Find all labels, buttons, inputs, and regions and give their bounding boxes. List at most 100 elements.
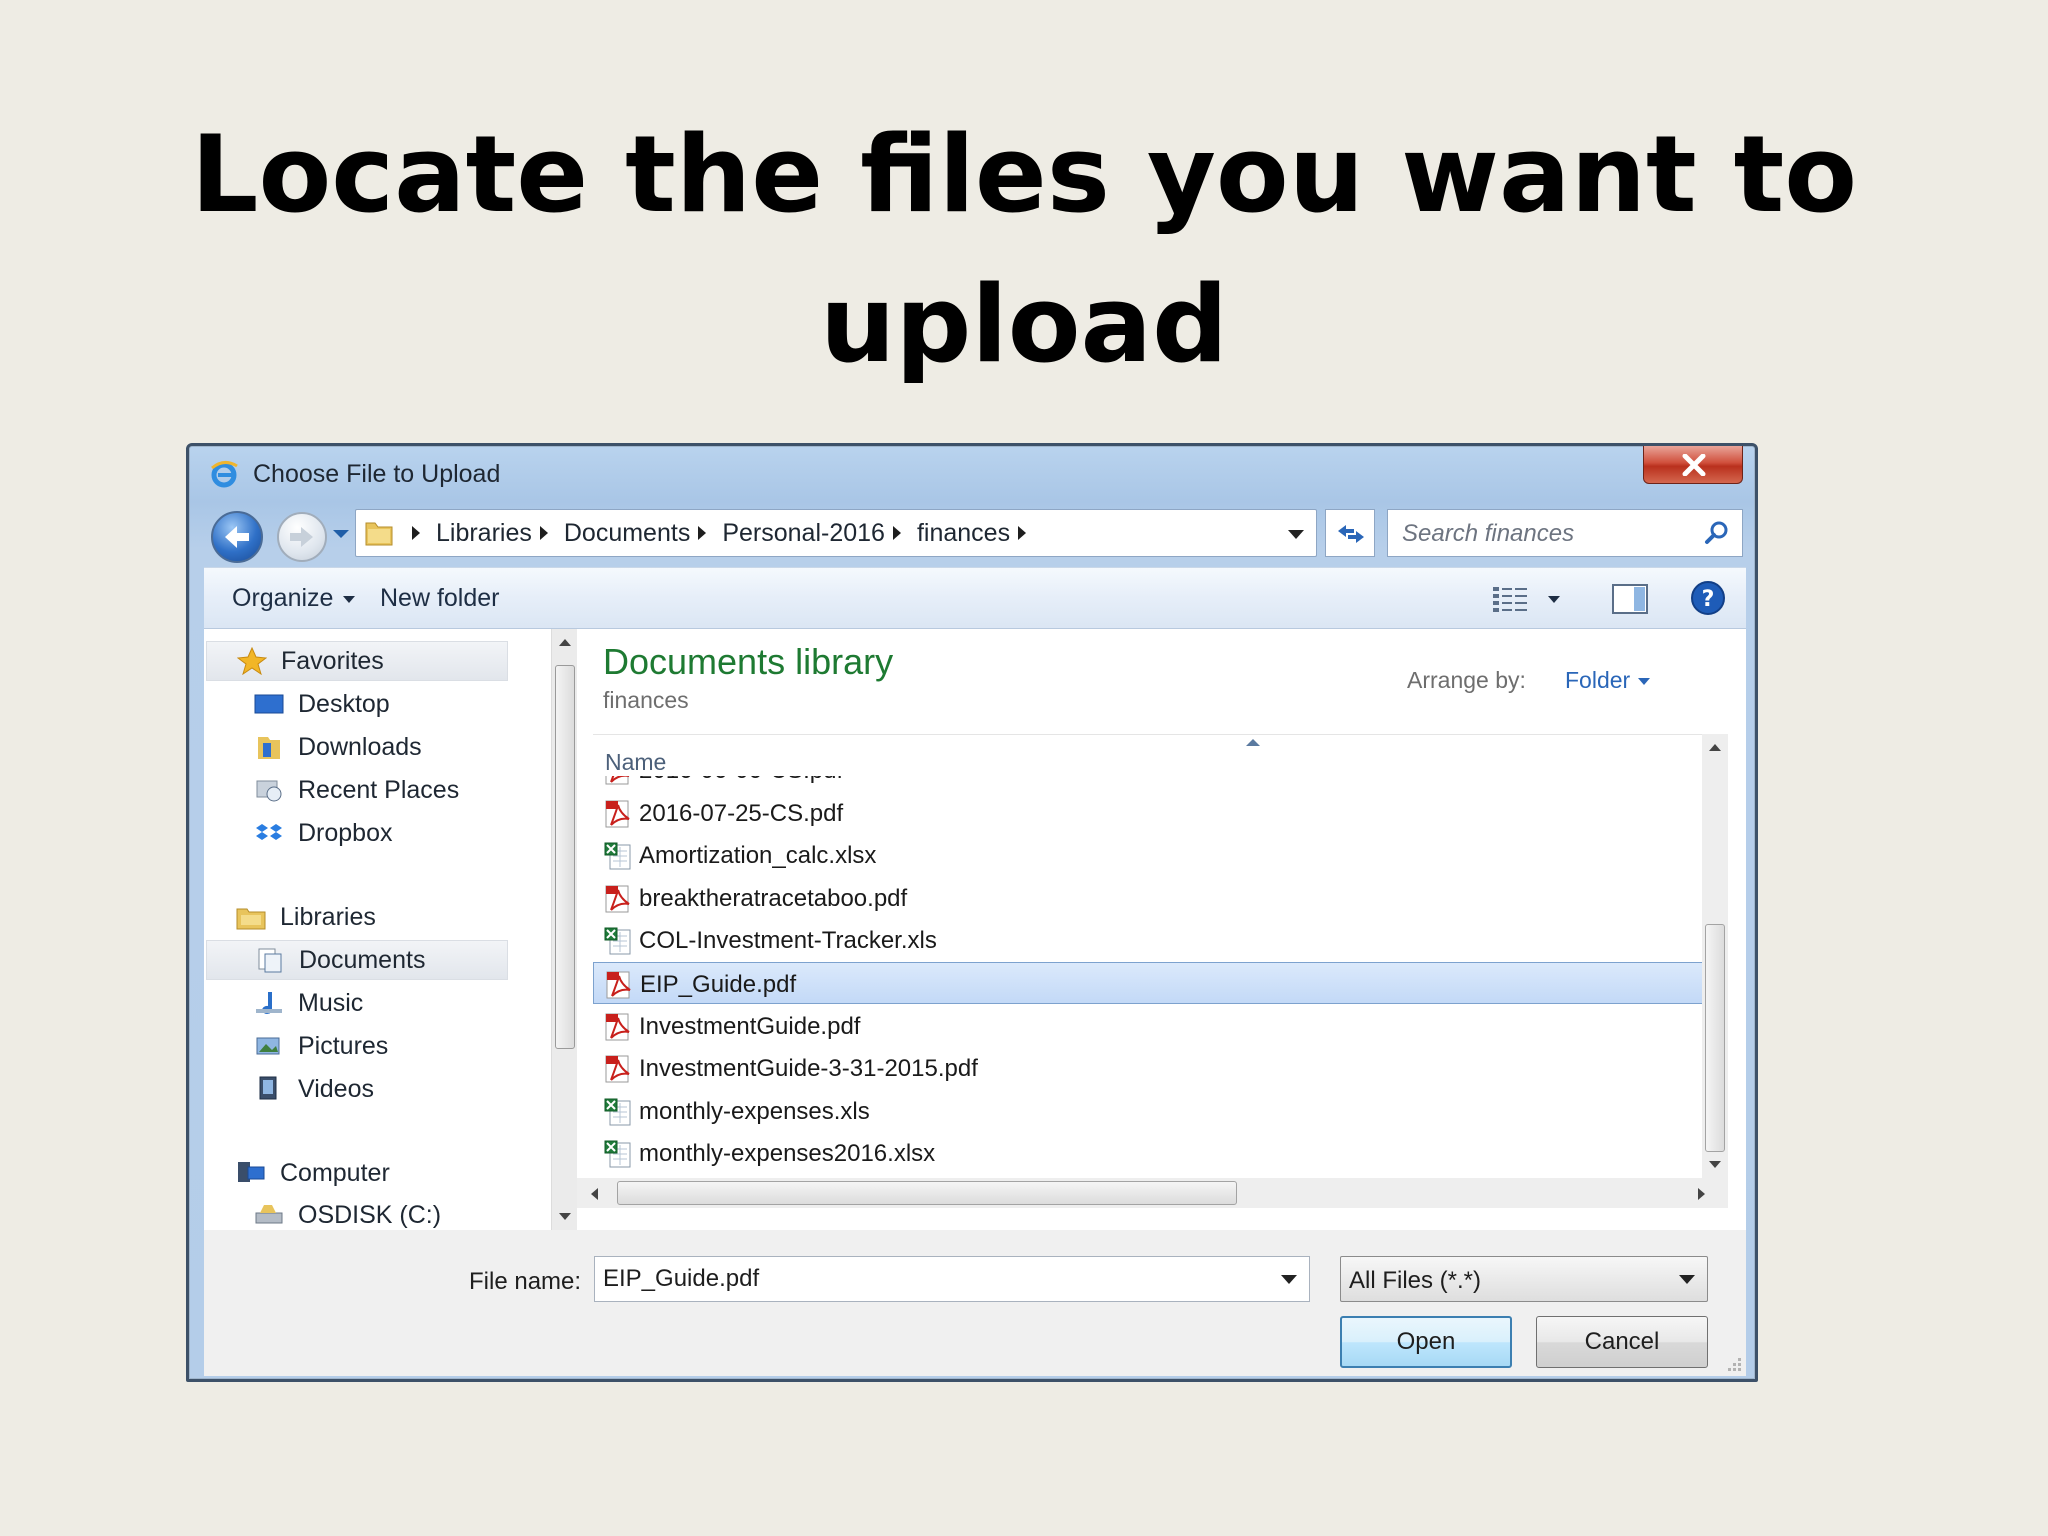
file-row[interactable]: 2016-07-25-CS.pdf [593,792,1703,834]
excel-file-icon [604,1098,631,1126]
nav-item-pictures[interactable]: Pictures [254,1026,388,1066]
nav-item-videos[interactable]: Videos [254,1069,374,1109]
chevron-down-icon [343,595,356,603]
scroll-down-icon[interactable] [558,1212,572,1222]
nav-label: Favorites [281,646,384,675]
scroll-left-icon[interactable] [589,1187,599,1201]
chevron-down-icon [1638,678,1651,686]
nav-libraries[interactable]: Libraries [236,897,376,937]
nav-item-desktop[interactable]: Desktop [254,684,390,724]
arrange-by-label: Arrange by: [1407,667,1526,693]
breadcrumb-separator-icon[interactable] [539,526,548,540]
file-row[interactable]: InvestmentGuide.pdf [593,1005,1703,1047]
file-row[interactable]: InvestmentGuide-3-31-2015.pdf [593,1047,1703,1089]
file-name: breaktheratracetaboo.pdf [639,884,908,912]
file-type-select[interactable]: All Files (*.*) [1340,1256,1708,1302]
dialog-footer: File name: All Files (*.*) Open Cancel [204,1230,1746,1376]
recent-pages-dropdown-icon[interactable] [332,528,350,540]
preview-pane-icon[interactable] [1612,584,1648,614]
nav-label: Documents [299,945,426,974]
nav-item-music[interactable]: Music [254,983,363,1023]
close-icon [1682,454,1706,476]
file-name: Amortization_calc.xlsx [639,842,877,870]
scroll-up-icon[interactable] [558,637,572,647]
file-list: 2016-06-06-CS.pdf 2016-07-25-CS.pdf Amorti… [593,776,1703,1178]
file-row[interactable]: COL-Investment-Tracker.xls [593,919,1703,961]
nav-label: Computer [280,1158,390,1187]
dialog-title: Choose File to Upload [253,460,501,488]
file-name-dropdown-icon[interactable] [1281,1275,1297,1284]
cancel-button[interactable]: Cancel [1536,1316,1708,1368]
breadcrumb-item-documents[interactable]: Documents [564,519,690,548]
scroll-up-icon[interactable] [1708,742,1722,752]
breadcrumb-separator-icon[interactable] [698,526,707,540]
file-row[interactable]: monthly-expenses.xls [593,1090,1703,1132]
nav-item-dropbox[interactable]: Dropbox [254,813,393,853]
nav-item-recent-places[interactable]: Recent Places [254,770,459,810]
file-name-combobox[interactable] [594,1256,1310,1302]
svg-text:?: ? [1702,587,1715,612]
file-row[interactable]: 2016-06-06-CS.pdf [593,776,1703,791]
breadcrumb-separator-icon[interactable] [892,526,901,540]
scrollbar-thumb[interactable] [555,665,575,1049]
slide-title: Locate the files you want to upload [0,100,2048,400]
breadcrumb-item-libraries[interactable]: Libraries [436,519,532,548]
nav-item-documents[interactable]: Documents [206,940,508,980]
file-list-vertical-scrollbar[interactable] [1702,734,1728,1178]
organize-button[interactable]: Organize [232,584,356,613]
new-folder-button[interactable]: New folder [380,584,500,613]
file-name: InvestmentGuide-3-31-2015.pdf [639,1055,978,1083]
breadcrumb-separator-icon[interactable] [412,526,420,540]
address-dropdown-icon[interactable] [1288,530,1304,539]
file-row[interactable]: monthly-expenses2016.xlsx [593,1132,1703,1174]
breadcrumb: Libraries Documents Personal-2016 financ… [404,510,1042,556]
file-name: COL-Investment-Tracker.xls [639,927,937,955]
column-header-name[interactable]: Name [593,734,1703,776]
dialog-titlebar[interactable]: Choose File to Upload [189,446,1755,492]
pdf-file-icon [605,1055,630,1083]
documents-library-icon [258,948,282,973]
search-input[interactable] [1402,520,1692,548]
file-name: monthly-expenses2016.xlsx [639,1140,936,1168]
forward-button[interactable] [277,512,327,562]
help-icon[interactable]: ? [1690,580,1726,616]
file-list-horizontal-scrollbar[interactable] [577,1178,1728,1208]
nav-item-osdisk[interactable]: OSDISK (C:) [254,1195,441,1230]
change-view-icon[interactable] [1491,584,1531,614]
file-row[interactable]: EIP_Guide.pdf [593,962,1703,1004]
scroll-right-icon[interactable] [1697,1187,1707,1201]
navigation-scrollbar[interactable] [551,629,577,1230]
star-icon [237,647,267,675]
open-button[interactable]: Open [1340,1316,1512,1368]
music-icon [256,992,282,1014]
file-row[interactable]: breaktheratracetaboo.pdf [593,877,1703,919]
file-upload-dialog: Choose File to Upload Libraries Document… [186,443,1758,1382]
nav-item-downloads[interactable]: Downloads [254,727,422,767]
arrange-by-value: Folder [1565,667,1631,693]
scroll-down-icon[interactable] [1708,1160,1722,1170]
search-icon[interactable] [1704,520,1730,546]
file-name-input[interactable] [603,1265,1263,1293]
views-dropdown-icon[interactable] [1548,596,1560,603]
refresh-button[interactable] [1325,509,1375,557]
address-bar[interactable]: Libraries Documents Personal-2016 financ… [355,509,1317,557]
scrollbar-thumb[interactable] [617,1181,1237,1205]
file-name: 2016-07-25-CS.pdf [639,799,844,827]
breadcrumb-item-personal-2016[interactable]: Personal-2016 [722,519,885,548]
resize-grip-icon[interactable] [1724,1354,1742,1372]
nav-label: Desktop [298,689,390,718]
breadcrumb-item-finances[interactable]: finances [917,519,1010,548]
videos-icon [259,1076,277,1100]
nav-favorites[interactable]: Favorites [206,641,508,681]
back-button[interactable] [211,511,263,563]
excel-file-icon [604,842,631,870]
drive-icon [255,1205,283,1224]
close-button[interactable] [1643,446,1743,484]
excel-file-icon [604,927,631,955]
scrollbar-thumb[interactable] [1705,924,1725,1152]
breadcrumb-separator-icon[interactable] [1018,526,1027,540]
file-row[interactable]: Amortization_calc.xlsx [593,834,1703,876]
nav-computer[interactable]: Computer [236,1153,390,1193]
search-box[interactable] [1387,509,1743,557]
arrange-by-dropdown[interactable]: Folder [1565,667,1651,694]
